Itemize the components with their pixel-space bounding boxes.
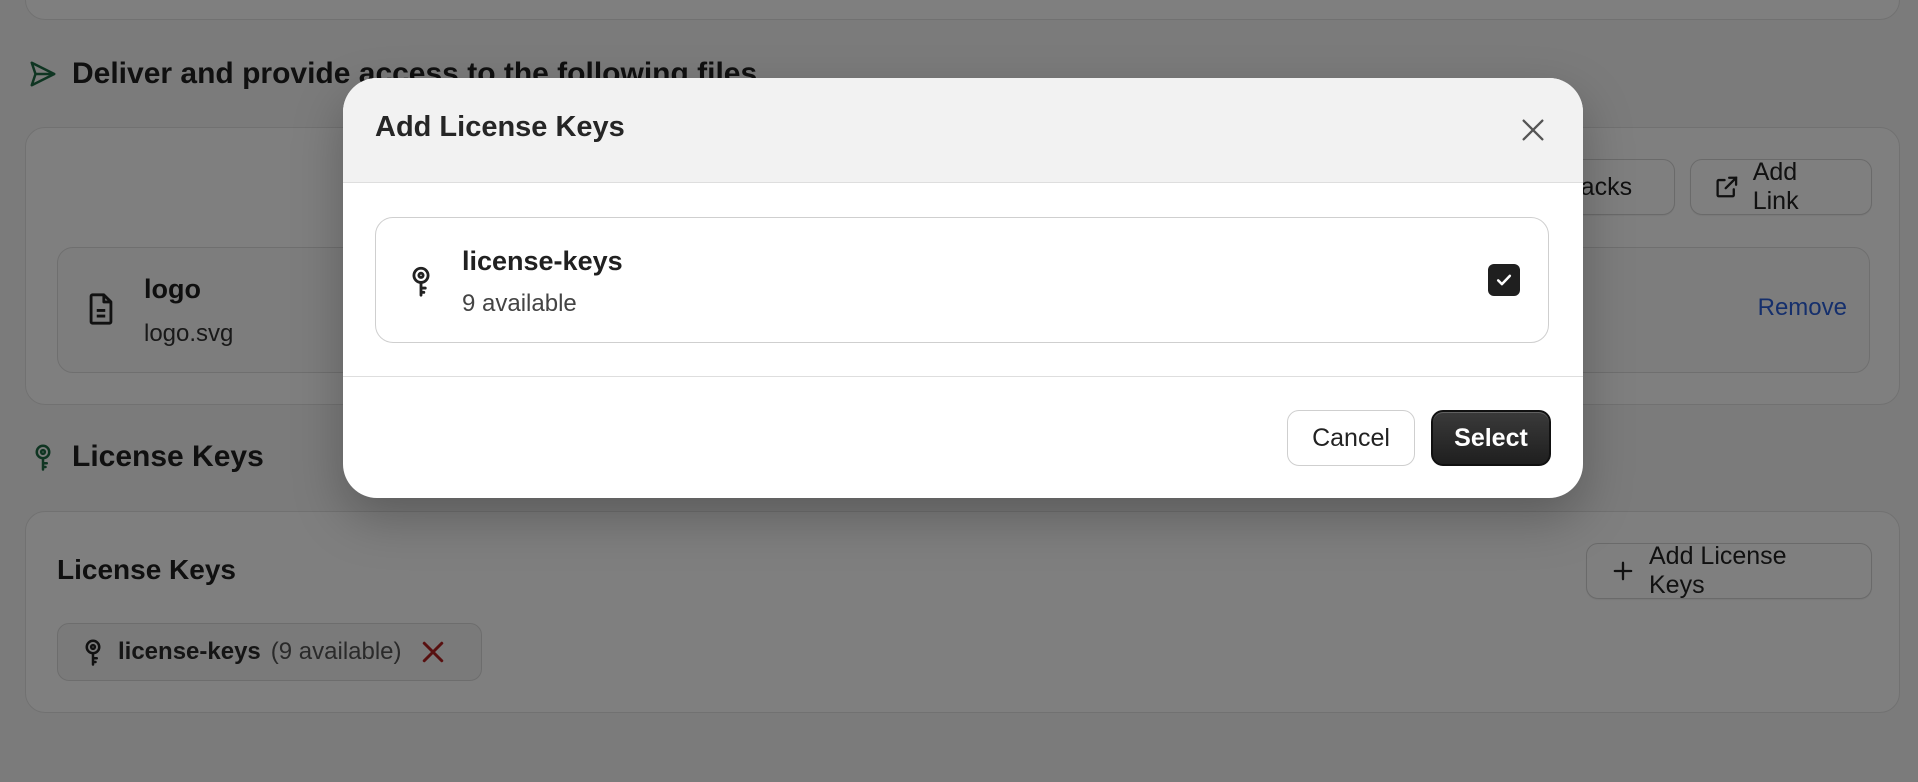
modal-header: Add License Keys [343,78,1583,183]
option-checkbox[interactable] [1488,264,1520,296]
close-icon[interactable] [1519,116,1547,144]
option-availability: 9 available [462,290,577,317]
modal-title: Add License Keys [375,111,625,143]
modal-divider [343,376,1583,377]
check-icon [1496,274,1512,286]
key-icon [412,266,430,297]
add-license-keys-modal: Add License Keys license-keys 9 availabl… [343,78,1583,498]
cancel-button[interactable]: Cancel [1287,410,1415,466]
select-button[interactable]: Select [1431,410,1551,466]
option-name: license-keys [462,246,623,276]
license-key-option[interactable]: license-keys 9 available [375,217,1549,343]
